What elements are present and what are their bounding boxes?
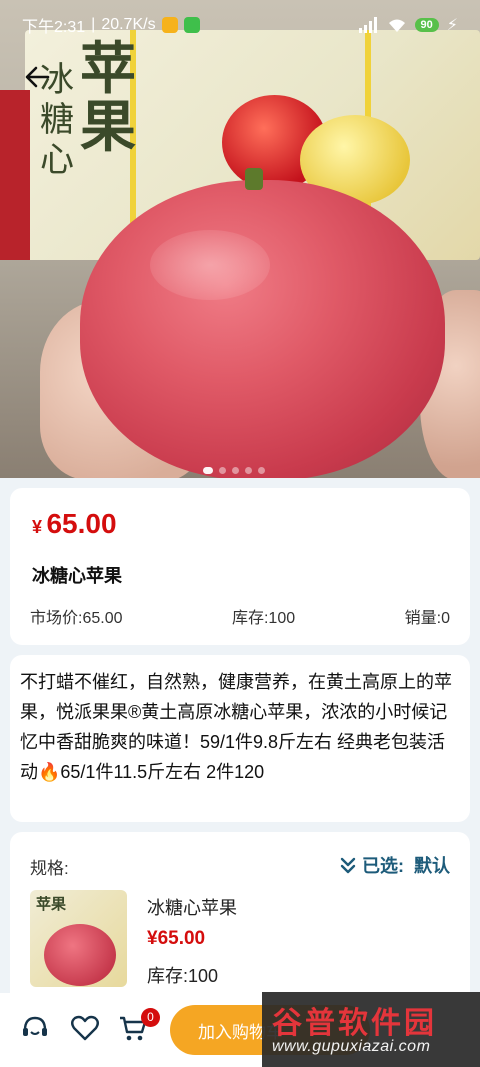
pagination-dot[interactable] (258, 467, 265, 474)
product-description: 不打蜡不催红，自然熟，健康营养，在黄土高原上的苹果，悦派果果®黄土高原冰糖心苹果… (10, 655, 470, 822)
watermark-overlay: 谷普软件园 www.gupuxiazai.com (262, 992, 480, 1067)
spec-selected-label: 已选: (362, 856, 404, 876)
pagination-dot[interactable] (245, 467, 252, 474)
status-time: 下午2:31 (22, 19, 86, 36)
thumbnail-apple (44, 924, 116, 986)
sales-count: 销量:0 (404, 610, 450, 627)
notification-icon (161, 17, 178, 33)
apple-highlight (150, 230, 270, 300)
spec-selected-value: 默认 (414, 856, 450, 876)
spec-item-price: ¥65.00 (147, 928, 206, 949)
customer-service-icon[interactable] (20, 1013, 50, 1043)
back-arrow-icon[interactable] (22, 62, 52, 92)
pagination-dot[interactable] (219, 467, 226, 474)
status-bar: 下午2:31 | 20.7K/s 90 ⚡ (0, 0, 480, 50)
status-divider: | (91, 16, 96, 33)
battery-indicator: 90 (414, 18, 439, 32)
spec-item-stock: 库存:100 (147, 966, 219, 986)
currency-symbol: ¥ (32, 517, 43, 537)
apple (80, 180, 445, 478)
cart-count-badge: 0 (141, 1008, 160, 1027)
charging-icon: ⚡ (446, 17, 458, 34)
box-side (0, 90, 30, 260)
watermark-title: 谷普软件园 (272, 1007, 437, 1040)
product-name: 冰糖心苹果 (32, 566, 122, 586)
pagination-dot[interactable] (203, 467, 213, 474)
price-card: ¥ 65.00 冰糖心苹果 市场价:65.00 库存:100 销量:0 (10, 488, 470, 645)
market-price: 市场价:65.00 (30, 610, 123, 627)
product-price: ¥ 65.00 (32, 508, 117, 540)
signal-icon (358, 17, 377, 33)
stock-count: 库存:100 (231, 610, 296, 627)
favorite-heart-icon[interactable] (70, 1013, 100, 1043)
gallery-pagination (203, 467, 265, 474)
spec-label: 规格: (30, 859, 69, 878)
spec-item-name: 冰糖心苹果 (147, 898, 237, 918)
product-image-gallery[interactable]: 冰糖心 苹果 (0, 0, 480, 478)
box-text-main: 苹果 (80, 36, 138, 160)
app-notification-icon (183, 17, 200, 33)
price-value: 65.00 (46, 508, 117, 539)
thumbnail-box-text: 苹果 (36, 895, 67, 913)
wifi-icon (388, 19, 405, 32)
spec-thumbnail[interactable]: 苹果 (30, 890, 127, 987)
watermark-url: www.gupuxiazai.com (272, 1038, 431, 1055)
spec-selector[interactable]: 已选: 默认 (340, 852, 450, 878)
pagination-dot[interactable] (232, 467, 239, 474)
status-network-speed: 20.7K/s (101, 16, 156, 33)
product-stats: 市场价:65.00 库存:100 销量:0 (30, 604, 450, 628)
double-chevron-down-icon (340, 857, 356, 874)
apple-stem (245, 168, 263, 190)
